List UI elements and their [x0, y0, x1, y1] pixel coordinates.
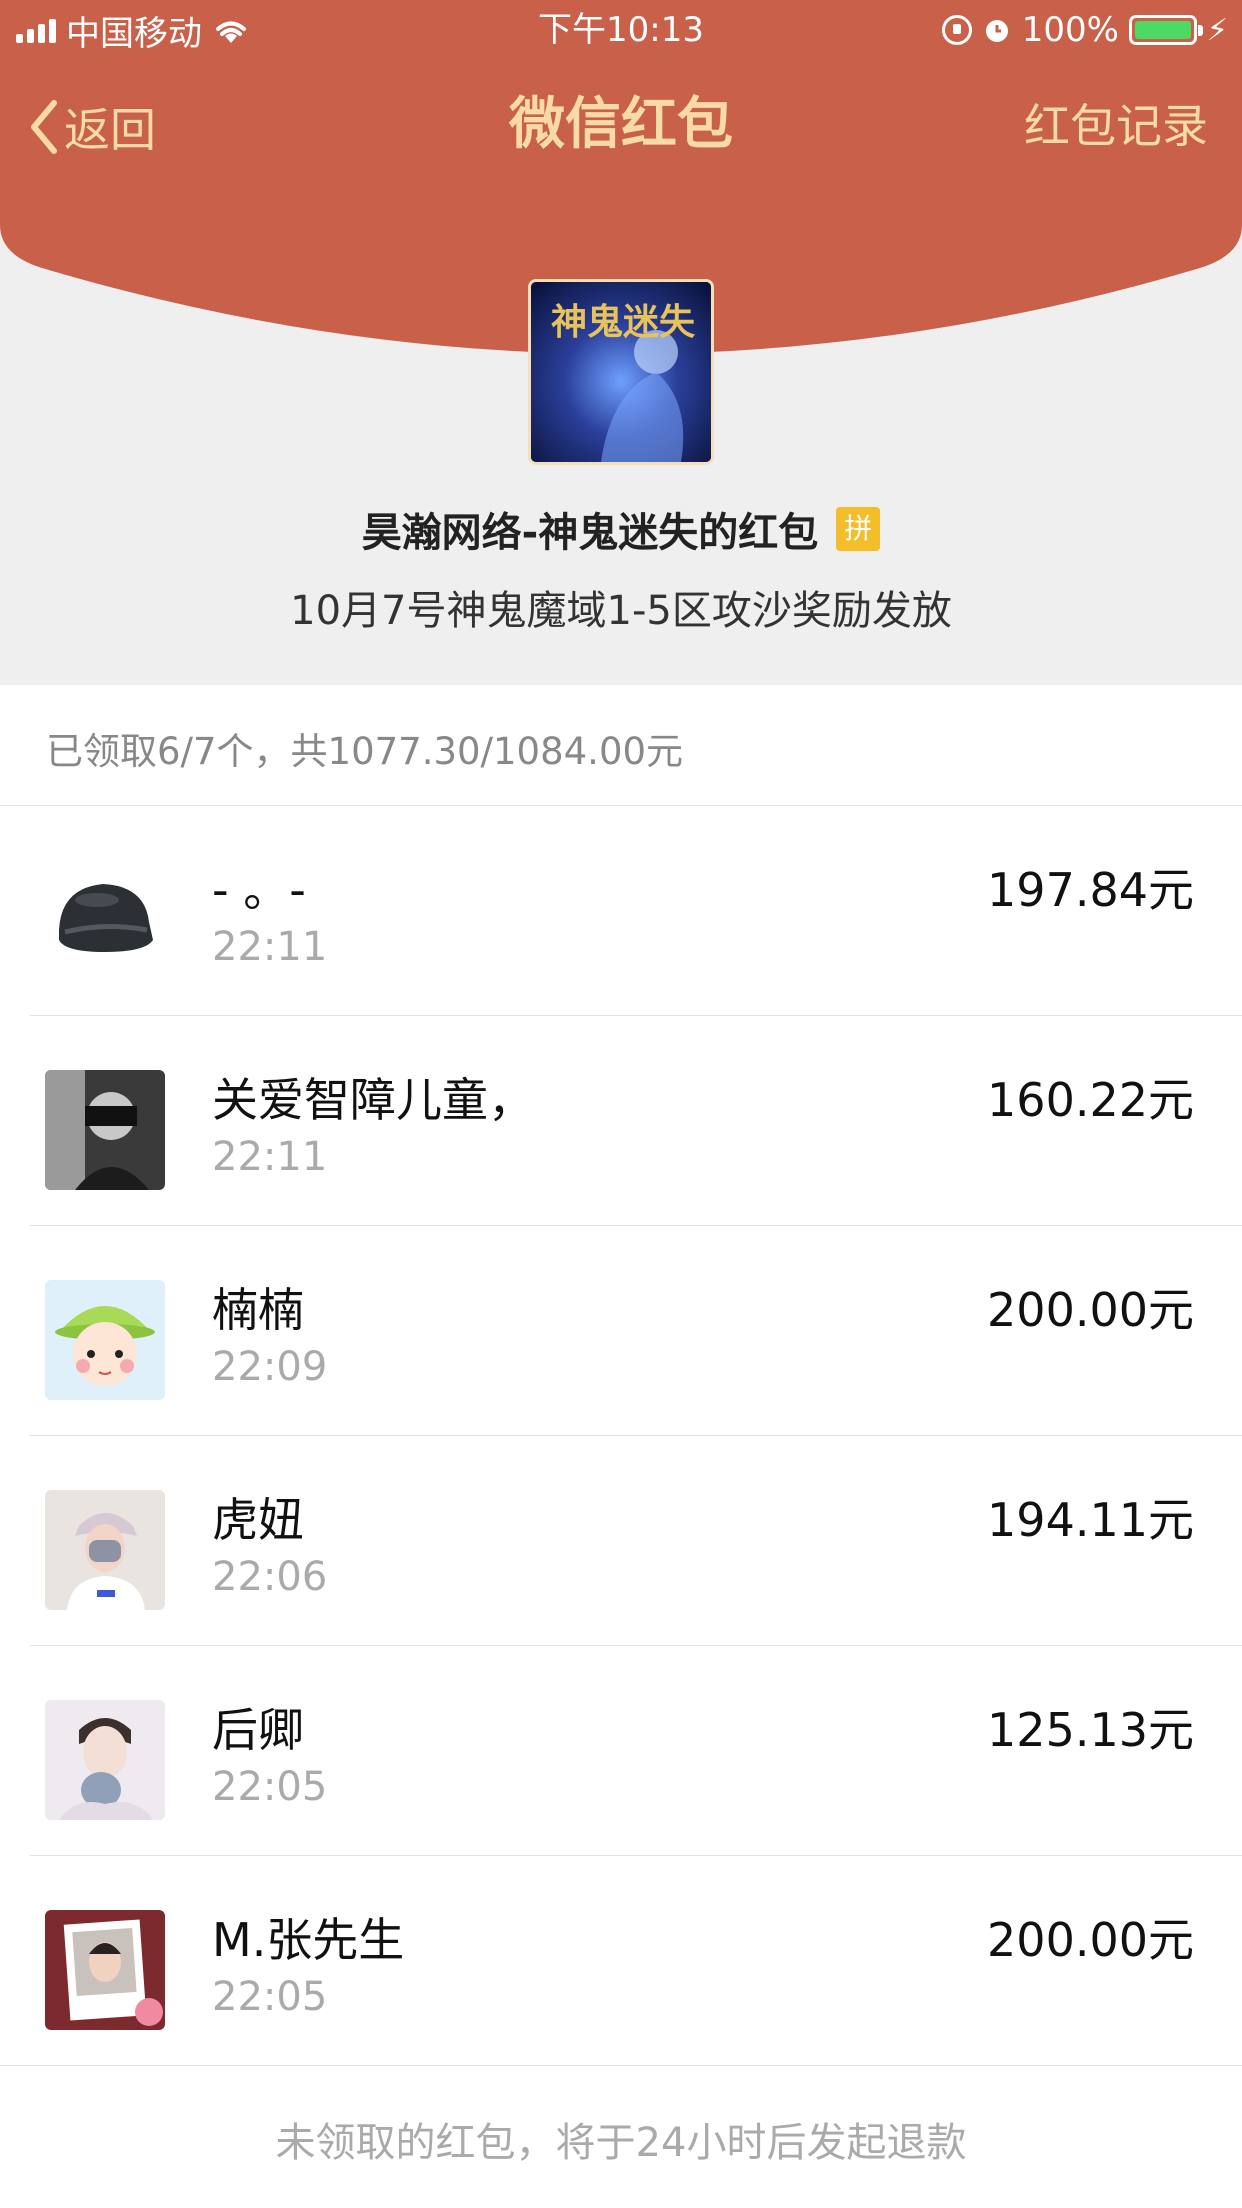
packet-wish: 10月7号神鬼魔域1-5区攻沙奖励发放 — [290, 588, 952, 634]
claim-time: 22:11 — [212, 924, 328, 970]
claim-amount: 197.84元 — [987, 863, 1194, 917]
list-item[interactable]: 关爱智障儿童， 22:11 160.22元 — [0, 1016, 1242, 1226]
claim-amount: 200.00元 — [987, 1283, 1194, 1337]
avatar[interactable] — [45, 1910, 165, 2030]
avatar[interactable] — [45, 1280, 165, 1400]
claim-amount: 160.22元 — [987, 1073, 1194, 1127]
list-item[interactable]: 后卿 22:05 125.13元 — [0, 1646, 1242, 1856]
logo-lettering: 神鬼迷失 — [551, 302, 696, 342]
avatar[interactable] — [45, 1070, 165, 1190]
claim-summary: 已领取6/7个，共1077.30/1084.00元 — [0, 685, 1242, 806]
claim-amount: 200.00元 — [987, 1913, 1194, 1967]
game-logo-image: 神鬼迷失 — [531, 282, 711, 462]
group-packet-badge: 拼 — [836, 507, 881, 551]
claim-time: 22:06 — [212, 1554, 328, 1600]
avatar[interactable] — [45, 1490, 165, 1610]
nav-bar: 返回 微信红包 红包记录 — [0, 80, 1242, 176]
claim-amount: 194.11元 — [987, 1493, 1194, 1547]
alarm-icon — [985, 20, 1008, 42]
list-item[interactable]: - 。- 22:11 197.84元 — [0, 806, 1242, 1016]
list-item[interactable]: M.张先生 22:05 200.00元 — [0, 1856, 1242, 2066]
claimer-name: 关爱智障儿童， — [212, 1073, 534, 1127]
claim-time: 22:05 — [212, 1974, 328, 2020]
list-item[interactable]: 楠楠 22:09 200.00元 — [0, 1226, 1242, 1436]
claim-summary-text: 已领取6/7个，共1077.30/1084.00元 — [46, 730, 684, 773]
claim-time: 22:11 — [212, 1134, 328, 1180]
claimer-name: - 。- — [212, 863, 306, 917]
rotation-lock-icon — [941, 15, 972, 45]
sender-avatar[interactable]: 神鬼迷失 — [528, 279, 714, 465]
claimer-name: 虎妞 — [212, 1493, 304, 1547]
claimer-name: M.张先生 — [212, 1913, 405, 1967]
claim-amount: 125.13元 — [987, 1703, 1194, 1757]
status-right: 100% ⚡ — [941, 8, 1228, 52]
battery-icon — [1128, 15, 1203, 45]
red-packet-records-link[interactable]: 红包记录 — [1024, 94, 1208, 158]
claim-time: 22:05 — [212, 1764, 328, 1810]
avatar[interactable] — [45, 1700, 165, 1820]
battery-percent: 100% — [1021, 10, 1119, 50]
sender-line: 昊瀚网络-神鬼迷失的红包 拼 — [0, 500, 1242, 558]
refund-notice: 未领取的红包，将于24小时后发起退款 — [275, 2120, 967, 2166]
claimer-name: 后卿 — [212, 1703, 304, 1757]
claim-list: - 。- 22:11 197.84元 关爱智障儿童， 22:11 160.22元 — [0, 806, 1242, 2066]
list-item[interactable]: 虎妞 22:06 194.11元 — [0, 1436, 1242, 1646]
charging-icon: ⚡ — [1206, 12, 1228, 48]
avatar[interactable] — [45, 860, 165, 980]
status-bar: 中国移动 下午10:13 100% ⚡ — [0, 0, 1242, 60]
claimer-name: 楠楠 — [212, 1283, 304, 1337]
claim-time: 22:09 — [212, 1344, 328, 1390]
sender-name: 昊瀚网络-神鬼迷失的红包 — [361, 510, 819, 556]
